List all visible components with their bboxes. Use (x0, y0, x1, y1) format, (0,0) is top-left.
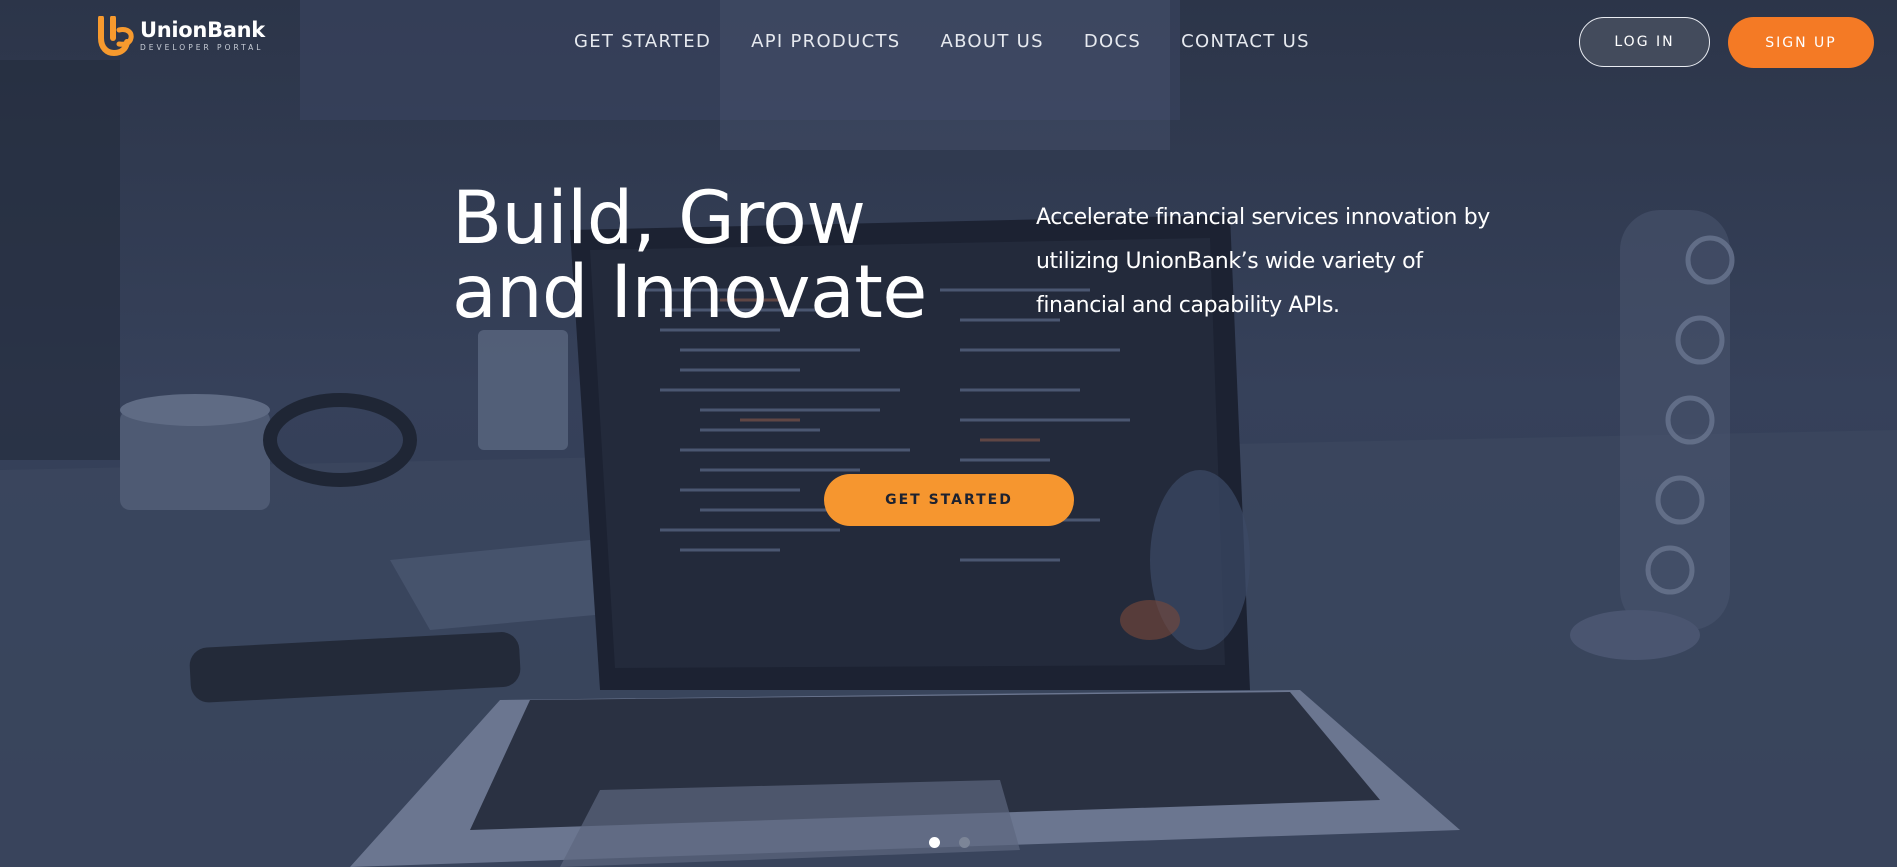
hero-description: Accelerate financial services innovation… (1036, 205, 1490, 318)
signup-button[interactable]: SIGN UP (1728, 17, 1874, 68)
carousel-dot-1[interactable] (929, 837, 940, 848)
hero-headline: Build, Grow and Innovate (452, 182, 927, 330)
nav-item-about-us[interactable]: ABOUT US (940, 31, 1043, 52)
hero-section: UnionBank DEVELOPER PORTAL GET STARTED A… (0, 0, 1897, 867)
brand-wordmark: UnionBank DEVELOPER PORTAL (140, 20, 265, 52)
login-button[interactable]: LOG IN (1579, 17, 1710, 67)
brand-name: UnionBank (140, 18, 265, 43)
main-nav: GET STARTED API PRODUCTS ABOUT US DOCS C… (574, 31, 1310, 52)
brand-subtitle: DEVELOPER PORTAL (140, 43, 264, 53)
hero-headline-line-1: Build, Grow (452, 176, 866, 261)
nav-item-contact-us[interactable]: CONTACT US (1181, 31, 1310, 52)
nav-item-api-products[interactable]: API PRODUCTS (751, 31, 900, 52)
carousel-dot-2[interactable] (959, 837, 970, 848)
nav-item-get-started[interactable]: GET STARTED (574, 31, 711, 52)
hero-background-image (0, 0, 1897, 867)
unionbank-ub-logo-icon (98, 16, 134, 56)
carousel-indicators (929, 837, 970, 848)
brand-logo[interactable]: UnionBank DEVELOPER PORTAL (98, 16, 265, 56)
hero-headline-line-2: and Innovate (452, 250, 927, 335)
get-started-cta-button[interactable]: GET STARTED (824, 474, 1074, 526)
nav-item-docs[interactable]: DOCS (1084, 31, 1141, 52)
